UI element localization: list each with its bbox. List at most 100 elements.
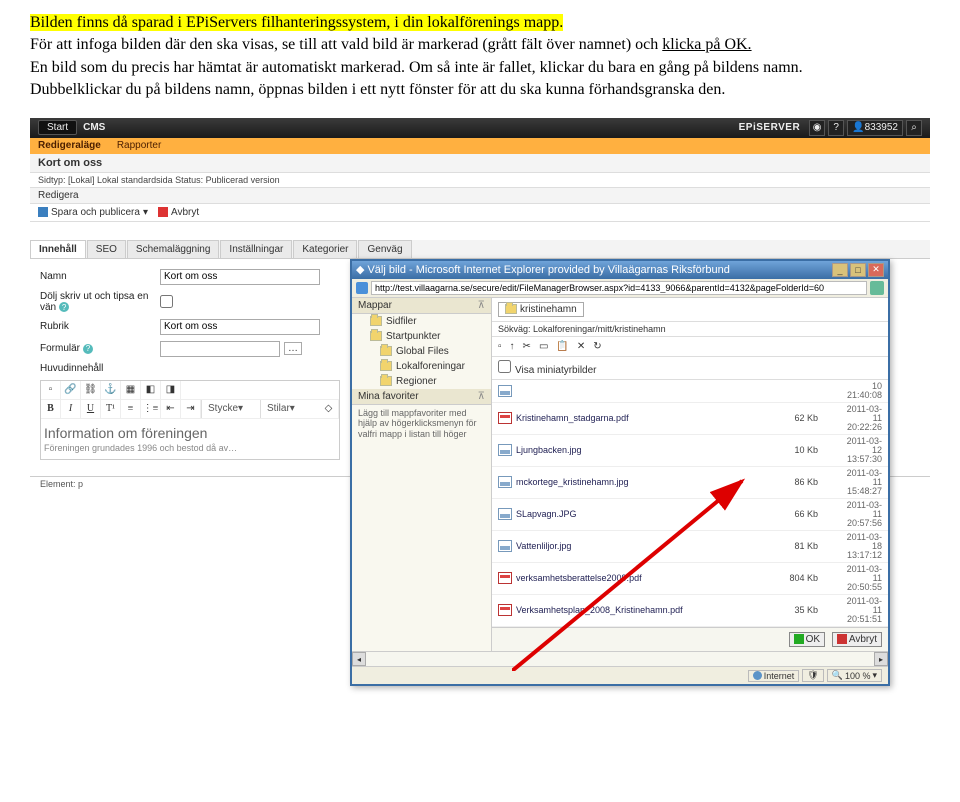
file-row[interactable]: 1021:40:08 <box>492 380 888 403</box>
collapse-icon[interactable]: ⊼ <box>478 300 485 311</box>
toolbar-refresh-icon[interactable]: ↻ <box>593 341 601 352</box>
thumbnail-checkbox[interactable] <box>498 360 511 373</box>
tree-sidfiler[interactable]: Sidfiler <box>352 314 491 329</box>
rte-outdent-icon[interactable]: ⇤ <box>161 400 181 418</box>
rte-ol-icon[interactable]: ≡ <box>121 400 141 418</box>
rte-clear-icon[interactable]: ◇ <box>319 400 339 418</box>
file-name: Ljungbacken.jpg <box>516 445 768 455</box>
rte-ul-icon[interactable]: ⋮≡ <box>141 400 161 418</box>
formular-label: Formulär? <box>40 343 160 354</box>
cancel-dialog-button[interactable]: Avbryt <box>832 632 882 647</box>
file-row[interactable]: verksamhetsberattelse2009.pdf804 Kb2011-… <box>492 563 888 595</box>
rte-unlink-icon[interactable]: ⛓ <box>81 381 101 399</box>
rte-styles-select[interactable]: Stilar ▾ <box>260 400 319 418</box>
instr-t4: Dubbelklickar du på bildens namn, öppnas… <box>30 81 725 98</box>
toolbar-cut-icon[interactable]: ✂ <box>523 341 531 352</box>
search-icon[interactable]: ⌕ <box>906 120 922 136</box>
file-size: 35 Kb <box>768 605 818 615</box>
rte-sup-icon[interactable]: T¹ <box>101 400 121 418</box>
toolbar-up-icon[interactable]: ↑ <box>510 341 515 352</box>
jpg-icon <box>498 385 512 397</box>
zoom-level[interactable]: 🔍 100 % ▾ <box>827 669 882 682</box>
ok-button[interactable]: OK <box>789 632 825 647</box>
start-menu[interactable]: Start <box>38 120 77 135</box>
edit-mode[interactable]: Redigeraläge <box>38 140 101 151</box>
rubrik-input[interactable] <box>160 319 320 335</box>
tree-lokal[interactable]: Lokalforeningar <box>352 359 491 374</box>
rte-indent-icon[interactable]: ⇥ <box>181 400 201 418</box>
file-date: 2011-03-1213:57:30 <box>818 437 882 464</box>
close-button[interactable]: ✕ <box>868 263 884 277</box>
horizontal-scrollbar[interactable]: ◂ ▸ <box>352 651 888 666</box>
instr-t1: Bilden finns då sparad i EPiServers filh… <box>30 14 563 31</box>
tab-innehall[interactable]: Innehåll <box>30 240 86 258</box>
file-row[interactable]: mckortege_kristinehamn.jpg86 Kb2011-03-1… <box>492 467 888 499</box>
tab-installningar[interactable]: Inställningar <box>220 240 292 258</box>
rte-anchor-icon[interactable]: ⚓ <box>101 381 121 399</box>
file-row[interactable]: Vattenliljor.jpg81 Kb2011-03-1813:17:12 <box>492 531 888 563</box>
cancel-button[interactable]: Avbryt <box>158 207 199 218</box>
url-input[interactable] <box>371 281 867 295</box>
toolbar-paste-icon[interactable]: 📋 <box>556 341 568 352</box>
help-icon[interactable]: ? <box>83 344 93 354</box>
file-row[interactable]: Kristinehamn_stadgarna.pdf62 Kb2011-03-1… <box>492 403 888 435</box>
rte-table-icon[interactable]: ▦ <box>121 381 141 399</box>
maximize-button[interactable]: □ <box>850 263 866 277</box>
instr-t2a: För att infoga bilden där den ska visas,… <box>30 36 662 53</box>
rte-image-icon[interactable]: ▫ <box>41 381 61 399</box>
toolbar-new-icon[interactable]: ▫ <box>498 341 502 352</box>
scroll-left-icon[interactable]: ◂ <box>352 652 366 666</box>
rte-paragraph-select[interactable]: Stycke ▾ <box>201 400 260 418</box>
instr-t3: En bild som du precis har hämtat är auto… <box>30 59 803 76</box>
cms-tab[interactable]: CMS <box>83 122 105 133</box>
rte-toolbar: ▫ 🔗 ⛓ ⚓ ▦ ◧ ◨ B I U T¹ ≡ ⋮≡ ⇤ ⇥ <box>40 380 340 460</box>
rte-misc2-icon[interactable]: ◨ <box>161 381 181 399</box>
file-row[interactable]: SLapvagn.JPG66 Kb2011-03-1120:57:56 <box>492 499 888 531</box>
tree-startpunkter[interactable]: Startpunkter <box>352 329 491 344</box>
breadcrumb-folder[interactable]: kristinehamn <box>498 302 584 317</box>
eye-icon[interactable]: ◉ <box>809 120 825 136</box>
minimize-button[interactable]: _ <box>832 263 848 277</box>
scroll-right-icon[interactable]: ▸ <box>874 652 888 666</box>
reports-mode[interactable]: Rapporter <box>117 140 161 151</box>
internet-zone: Internet <box>748 670 800 682</box>
episerver-screenshot: Start CMS EPiSERVER ◉ ? 👤 833952 ⌕ Redig… <box>30 118 930 491</box>
mappar-header: Mappar <box>358 300 392 311</box>
tree-global[interactable]: Global Files <box>352 344 491 359</box>
file-date: 1021:40:08 <box>818 382 882 400</box>
formular-browse[interactable]: … <box>284 342 302 355</box>
tab-kategorier[interactable]: Kategorier <box>293 240 357 258</box>
pdf-icon <box>498 412 512 424</box>
name-input[interactable] <box>160 269 320 285</box>
help-icon[interactable]: ? <box>59 302 69 312</box>
tab-genvag[interactable]: Genväg <box>358 240 411 258</box>
tree-region[interactable]: Regioner <box>352 374 491 389</box>
file-row[interactable]: Ljungbacken.jpg10 Kb2011-03-1213:57:30 <box>492 435 888 467</box>
hide-print-checkbox[interactable] <box>160 295 173 308</box>
collapse-icon[interactable]: ⊼ <box>478 391 485 402</box>
tab-seo[interactable]: SEO <box>87 240 126 258</box>
tab-bar: Innehåll SEO Schemaläggning Inställninga… <box>30 240 930 259</box>
file-row[interactable]: Verksamhetsplan_2008_Kristinehamn.pdf35 … <box>492 595 888 627</box>
dialog-titlebar[interactable]: ◆ Välj bild - Microsoft Internet Explore… <box>352 261 888 279</box>
toolbar-copy-icon[interactable]: ▭ <box>539 341 548 352</box>
save-publish-button[interactable]: Spara och publicera ▾ <box>38 207 148 218</box>
user-badge[interactable]: 👤 833952 <box>847 120 903 136</box>
rte-underline-icon[interactable]: U <box>81 400 101 418</box>
protected-mode-icon[interactable]: 🛡 <box>802 669 823 682</box>
formular-input[interactable] <box>160 341 280 357</box>
dialog-status-bar: Internet 🛡 🔍 100 % ▾ <box>352 666 888 684</box>
go-button[interactable] <box>870 281 884 295</box>
rte-link-icon[interactable]: 🔗 <box>61 381 81 399</box>
sokvag-label: Sökväg: <box>498 324 531 334</box>
rte-italic-icon[interactable]: I <box>61 400 81 418</box>
rte-bold-icon[interactable]: B <box>41 400 61 418</box>
rte-misc-icon[interactable]: ◧ <box>141 381 161 399</box>
favoriter-header: Mina favoriter <box>358 391 419 402</box>
rte-content[interactable]: Information om föreningen Föreningen gru… <box>41 419 339 459</box>
preview-heading: Information om föreningen <box>44 425 336 441</box>
toolbar-del-icon[interactable]: ✕ <box>577 341 585 352</box>
tab-schema[interactable]: Schemaläggning <box>127 240 220 258</box>
help-icon[interactable]: ? <box>828 120 844 136</box>
preview-text: Föreningen grundades 1996 och bestod då … <box>44 443 336 453</box>
